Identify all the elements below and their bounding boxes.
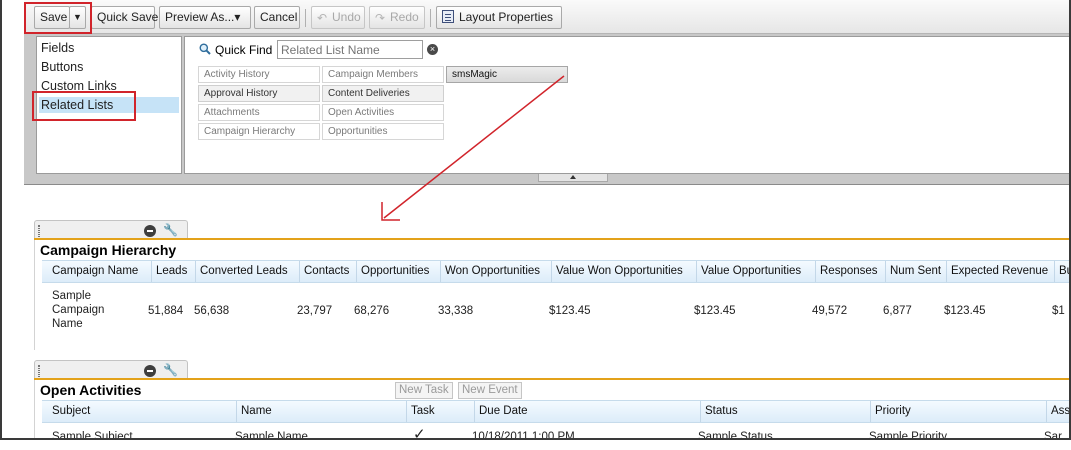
cell-expected-revenue: $123.45 bbox=[944, 305, 986, 317]
column-header: Expected Revenue bbox=[947, 261, 1055, 282]
related-list-smsmagic[interactable]: smsMagic bbox=[446, 66, 568, 83]
related-list-open-activities[interactable]: Open Activities bbox=[322, 104, 444, 121]
related-list-campaign-hierarchy[interactable]: Campaign Hierarchy bbox=[198, 123, 320, 140]
cancel-button[interactable]: Cancel bbox=[254, 6, 300, 29]
cell-contacts: 23,797 bbox=[297, 305, 333, 317]
quick-save-button[interactable]: Quick Save bbox=[91, 6, 158, 29]
column-header: Priority bbox=[871, 401, 1047, 422]
campaign-hierarchy-section: Campaign Hierarchy Campaign Name Leads C… bbox=[34, 238, 1069, 350]
preview-as-button[interactable]: Preview As...▾ bbox=[159, 6, 251, 29]
column-header: Value Opportunities bbox=[697, 261, 816, 282]
column-header: Status bbox=[701, 401, 871, 422]
category-fields[interactable]: Fields bbox=[39, 40, 179, 56]
redo-icon: ↷ bbox=[375, 11, 386, 25]
cell-value-opportunities: $123.45 bbox=[694, 305, 736, 317]
new-task-button[interactable]: New Task bbox=[395, 382, 453, 399]
remove-icon[interactable] bbox=[144, 225, 156, 237]
related-list-campaign-members[interactable]: Campaign Members bbox=[322, 66, 444, 83]
open-activities-header-row: Subject Name Task Due Date Status Priori… bbox=[42, 400, 1071, 423]
wrench-icon[interactable]: 🔧 bbox=[163, 363, 178, 377]
cell-assigned: Sar bbox=[1044, 431, 1062, 440]
column-header: Name bbox=[237, 401, 407, 422]
column-header: Due Date bbox=[475, 401, 701, 422]
open-activities-section: Open Activities New Task New Event Subje… bbox=[34, 378, 1071, 440]
cell-won-opportunities: 33,338 bbox=[438, 305, 474, 317]
cell-opportunities: 68,276 bbox=[354, 305, 390, 317]
campaign-hierarchy-header-row: Campaign Name Leads Converted Leads Cont… bbox=[42, 260, 1069, 283]
column-header: Converted Leads bbox=[196, 261, 300, 282]
cell-value-won-opportunities: $123.45 bbox=[549, 305, 591, 317]
search-icon bbox=[199, 43, 211, 55]
cell-due-date: 10/18/2011 1:00 PM bbox=[472, 431, 575, 440]
cell-num-sent: 6,877 bbox=[883, 305, 912, 317]
column-header: Responses bbox=[816, 261, 886, 282]
palette: Save ▼ Quick Save Preview As...▾ Cancel … bbox=[24, 0, 1069, 185]
cell-responses: 49,572 bbox=[812, 305, 848, 317]
column-header: Campaign Name bbox=[48, 261, 152, 282]
cell-name: Sample Name bbox=[235, 431, 308, 440]
toolbar: Save ▼ Quick Save Preview As...▾ Cancel … bbox=[24, 0, 1069, 34]
column-header: Subject bbox=[48, 401, 237, 422]
related-list-attachments[interactable]: Attachments bbox=[198, 104, 320, 121]
drag-handle-icon[interactable] bbox=[38, 225, 40, 237]
redo-button[interactable]: ↷ Redo bbox=[369, 6, 425, 29]
quick-find-input[interactable] bbox=[277, 40, 423, 59]
drag-handle-icon[interactable] bbox=[38, 365, 40, 377]
section-tab[interactable]: 🔧 bbox=[34, 360, 188, 380]
column-header: Bu bbox=[1059, 265, 1069, 277]
column-header: Value Won Opportunities bbox=[552, 261, 697, 282]
quick-find-label: Quick Find bbox=[215, 43, 273, 57]
related-list-approval-history[interactable]: Approval History bbox=[198, 85, 320, 102]
undo-label: Undo bbox=[332, 10, 361, 24]
column-header: Contacts bbox=[300, 261, 357, 282]
new-event-button[interactable]: New Event bbox=[458, 382, 522, 399]
cell-budget: $1 bbox=[1052, 305, 1065, 317]
undo-button[interactable]: ↶ Undo bbox=[311, 6, 365, 29]
toolbar-separator bbox=[305, 9, 306, 27]
cell-priority: Sample Priority bbox=[869, 431, 947, 440]
clear-search-icon[interactable]: × bbox=[427, 44, 438, 55]
toolbar-separator bbox=[430, 9, 431, 27]
column-header: Won Opportunities bbox=[441, 261, 552, 282]
annotation-box-save bbox=[24, 2, 92, 34]
remove-icon[interactable] bbox=[144, 365, 156, 377]
page-frame: Save ▼ Quick Save Preview As...▾ Cancel … bbox=[0, 0, 1071, 440]
cell-converted-leads: 56,638 bbox=[194, 305, 230, 317]
related-list-opportunities[interactable]: Opportunities bbox=[322, 123, 444, 140]
annotation-box-related-lists bbox=[32, 91, 136, 121]
layout-properties-label: Layout Properties bbox=[459, 10, 554, 24]
undo-icon: ↶ bbox=[317, 11, 328, 25]
cell-campaign-name: Sample Campaign Name bbox=[52, 290, 105, 330]
wrench-icon[interactable]: 🔧 bbox=[163, 223, 178, 237]
column-header: Leads bbox=[152, 261, 196, 282]
redo-label: Redo bbox=[390, 10, 419, 24]
category-buttons[interactable]: Buttons bbox=[39, 59, 179, 75]
section-body bbox=[34, 240, 1069, 350]
column-header: Num Sent bbox=[886, 261, 947, 282]
palette-collapse-handle[interactable] bbox=[538, 174, 608, 182]
cell-subject: Sample Subject bbox=[52, 431, 133, 440]
cell-status: Sample Status bbox=[698, 431, 773, 440]
related-list-activity-history[interactable]: Activity History bbox=[198, 66, 320, 83]
cell-leads: 51,884 bbox=[148, 305, 184, 317]
checkmark-icon: ✓ bbox=[413, 426, 426, 440]
column-header: Ass bbox=[1051, 405, 1071, 417]
layout-properties-button[interactable]: Layout Properties bbox=[436, 6, 562, 29]
section-tab[interactable]: 🔧 bbox=[34, 220, 188, 240]
column-header: Opportunities bbox=[357, 261, 441, 282]
palette-items-panel: Quick Find × Activity History Approval H… bbox=[184, 36, 1069, 174]
layout-properties-icon bbox=[442, 10, 454, 23]
related-list-content-deliveries[interactable]: Content Deliveries bbox=[322, 85, 444, 102]
column-header: Task bbox=[407, 401, 475, 422]
